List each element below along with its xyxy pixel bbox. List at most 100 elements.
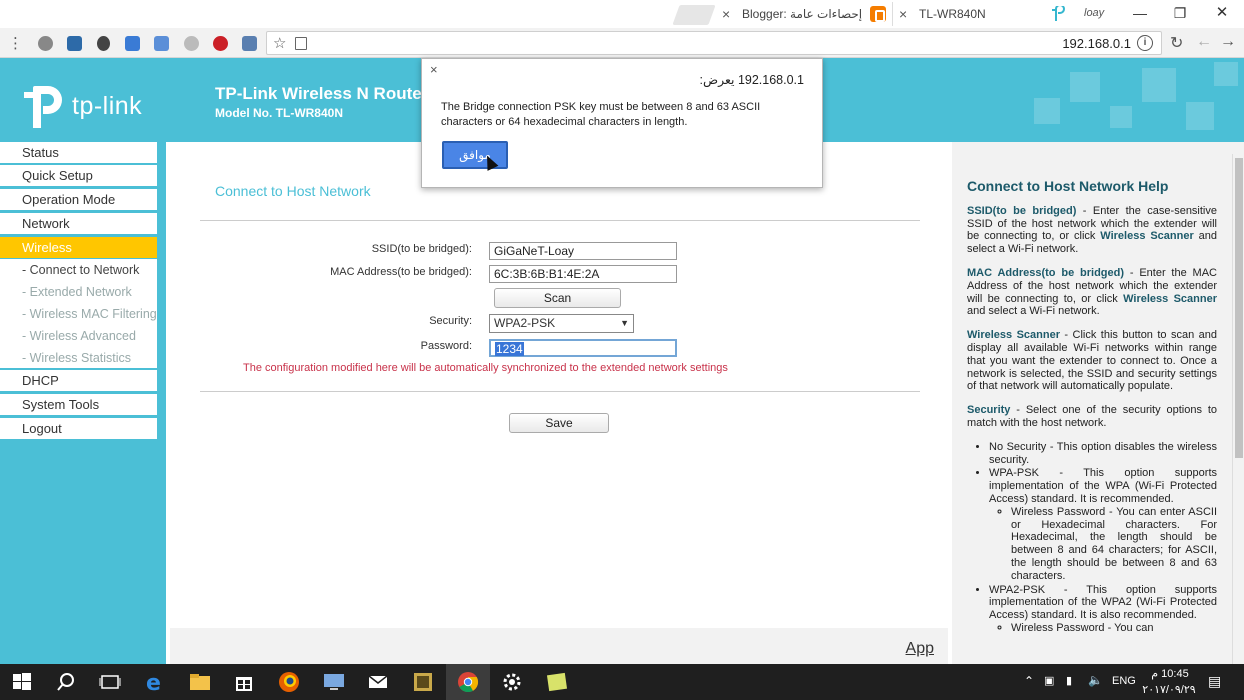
scan-button[interactable]: Scan [494, 288, 621, 308]
extension-icon[interactable] [67, 36, 82, 51]
app-icon[interactable] [411, 670, 435, 694]
battery-icon[interactable]: ▮ [1066, 674, 1072, 687]
help-scanner: Wireless Scanner - Click this button to … [967, 329, 1217, 393]
app-link[interactable]: App [906, 640, 934, 658]
alert-dialog: × 192.168.0.1 يعرض: The Bridge connectio… [421, 58, 823, 188]
logo-text: tp-link [72, 91, 143, 120]
sidebar-item-quick-setup[interactable]: Quick Setup [0, 165, 157, 187]
help-security-list: No Security - This option disables the w… [989, 441, 1217, 635]
sidebar-item-operation-mode[interactable]: Operation Mode [0, 189, 157, 211]
list-item: WPA-PSK - This option supports implement… [989, 467, 1217, 582]
tab-close-icon[interactable]: × [722, 6, 736, 22]
notifications-icon[interactable]: ▤ [1208, 673, 1221, 690]
password-input[interactable]: 1234 [489, 339, 677, 357]
tab-blogger[interactable]: × Blogger: إحصاءات عامة - [716, 2, 886, 26]
restore-icon[interactable]: ❐ [1162, 3, 1198, 23]
sidebar: Status Quick Setup Operation Mode Networ… [0, 142, 166, 664]
mac-label: MAC Address(to be bridged): [330, 266, 472, 278]
dropdown-caret-icon: ▼ [620, 318, 629, 328]
extension-icon[interactable] [97, 36, 110, 51]
list-item: Wireless Password - You can [1011, 622, 1217, 635]
close-icon[interactable]: × [430, 62, 438, 77]
help-panel: Connect to Host Network Help SSID(to be … [952, 142, 1244, 664]
sidebar-sub-mac-filtering[interactable]: - Wireless MAC Filtering [0, 303, 157, 325]
settings-gear-icon[interactable] [500, 670, 524, 694]
tab-label: Blogger: إحصاءات عامة - [742, 7, 866, 21]
sidebar-item-wireless[interactable]: Wireless [0, 237, 157, 259]
tplink-favicon-icon [1050, 4, 1066, 22]
save-button[interactable]: Save [509, 413, 609, 433]
clock-date[interactable]: ٢٠١٧/٠٩/٢٩ [1142, 683, 1196, 696]
sidebar-item-dhcp[interactable]: DHCP [0, 370, 157, 392]
help-scrollbar[interactable] [1232, 154, 1244, 664]
tab-close-icon[interactable]: × [899, 6, 913, 22]
chrome-icon [458, 672, 479, 693]
address-bar[interactable]: ☆ 192.168.0.1 i [266, 31, 1162, 55]
network-icon[interactable]: ▣ [1044, 674, 1054, 687]
list-item: No Security - This option disables the w… [989, 441, 1217, 467]
reload-icon[interactable]: ↻ [1170, 33, 1183, 53]
ssid-input[interactable]: GiGaNeT-Loay [489, 242, 677, 260]
help-security: Security - Select one of the security op… [967, 404, 1217, 429]
alert-message: The Bridge connection PSK key must be be… [441, 101, 761, 128]
clock-time[interactable]: 10:45 م [1146, 667, 1194, 680]
header-decoration [1014, 58, 1244, 142]
list-item: WPA2-PSK - This option supports implemen… [989, 584, 1217, 635]
url-text[interactable]: 192.168.0.1 [1062, 36, 1131, 51]
extension-icon[interactable] [242, 36, 257, 51]
bottom-bar: App [170, 628, 948, 664]
tab-router[interactable]: × TL-WR840N [892, 2, 1066, 26]
search-icon[interactable] [54, 670, 78, 694]
back-icon[interactable]: ← [1196, 33, 1212, 51]
security-select[interactable]: WPA2-PSK ▼ [489, 314, 634, 333]
sidebar-item-logout[interactable]: Logout [0, 418, 157, 440]
menu-dots-icon[interactable]: ⋮ [8, 34, 23, 52]
extension-icon[interactable] [184, 36, 199, 51]
password-selected-text: 1234 [495, 342, 524, 356]
chrome-taskbar-active[interactable] [446, 664, 490, 700]
firefox-icon[interactable] [277, 670, 301, 694]
sidebar-sub-connect-to-network[interactable]: - Connect to Network [0, 259, 157, 281]
scrollbar-thumb[interactable] [1235, 158, 1243, 458]
tray-chevron-icon[interactable]: ⌃ [1024, 674, 1034, 688]
sidebar-sub-wireless-advanced[interactable]: - Wireless Advanced [0, 325, 157, 347]
minimize-icon[interactable]: — [1122, 3, 1158, 23]
sticky-notes-icon[interactable] [545, 670, 569, 694]
extension-icon[interactable] [154, 36, 169, 51]
help-title: Connect to Host Network Help [967, 178, 1169, 194]
edge-icon[interactable]: e [143, 670, 167, 694]
security-label: Security: [429, 315, 472, 327]
pinterest-icon[interactable] [213, 36, 228, 51]
sidebar-item-system-tools[interactable]: System Tools [0, 394, 157, 416]
help-mac: MAC Address(to be bridged) - Enter the M… [967, 266, 1217, 318]
store-icon[interactable] [232, 670, 256, 694]
svg-text:e: e [146, 671, 161, 694]
sidebar-item-status[interactable]: Status [0, 142, 157, 164]
info-icon[interactable]: i [1137, 35, 1153, 51]
sync-note: The configuration modified here will be … [243, 362, 728, 374]
file-explorer-icon[interactable] [188, 670, 212, 694]
browser-toolbar: ⋮ ☆ 192.168.0.1 i ↻ ← → [0, 28, 1244, 58]
tplink-logo: tp-link [22, 84, 142, 128]
extension-icon[interactable] [125, 36, 140, 51]
ssid-label: SSID(to be bridged): [371, 243, 472, 255]
bookmark-star-icon[interactable]: ☆ [273, 34, 286, 52]
new-tab-button[interactable] [672, 5, 716, 25]
language-indicator[interactable]: ENG [1112, 675, 1136, 687]
sidebar-sub-wireless-statistics[interactable]: - Wireless Statistics [0, 347, 157, 369]
mac-input[interactable]: 6C:3B:6B:B1:4E:2A [489, 265, 677, 283]
mail-icon[interactable] [366, 670, 390, 694]
profile-chip[interactable]: loay [1084, 7, 1104, 19]
windows-start-icon[interactable] [10, 670, 34, 694]
extension-icon[interactable] [38, 36, 53, 51]
forward-icon[interactable]: → [1220, 33, 1236, 51]
list-item: Wireless Password - You can enter ASCII … [1011, 506, 1217, 583]
screen: × Blogger: إحصاءات عامة - × TL-WR840N lo… [0, 0, 1244, 700]
close-window-icon[interactable]: ✕ [1204, 3, 1240, 23]
sidebar-sub-extended-network[interactable]: - Extended Network [0, 281, 157, 303]
password-label: Password: [420, 340, 472, 352]
task-view-icon[interactable] [98, 670, 122, 694]
volume-icon[interactable]: 🔈 [1088, 673, 1103, 687]
remote-desktop-icon[interactable] [322, 670, 346, 694]
sidebar-item-network[interactable]: Network [0, 213, 157, 235]
